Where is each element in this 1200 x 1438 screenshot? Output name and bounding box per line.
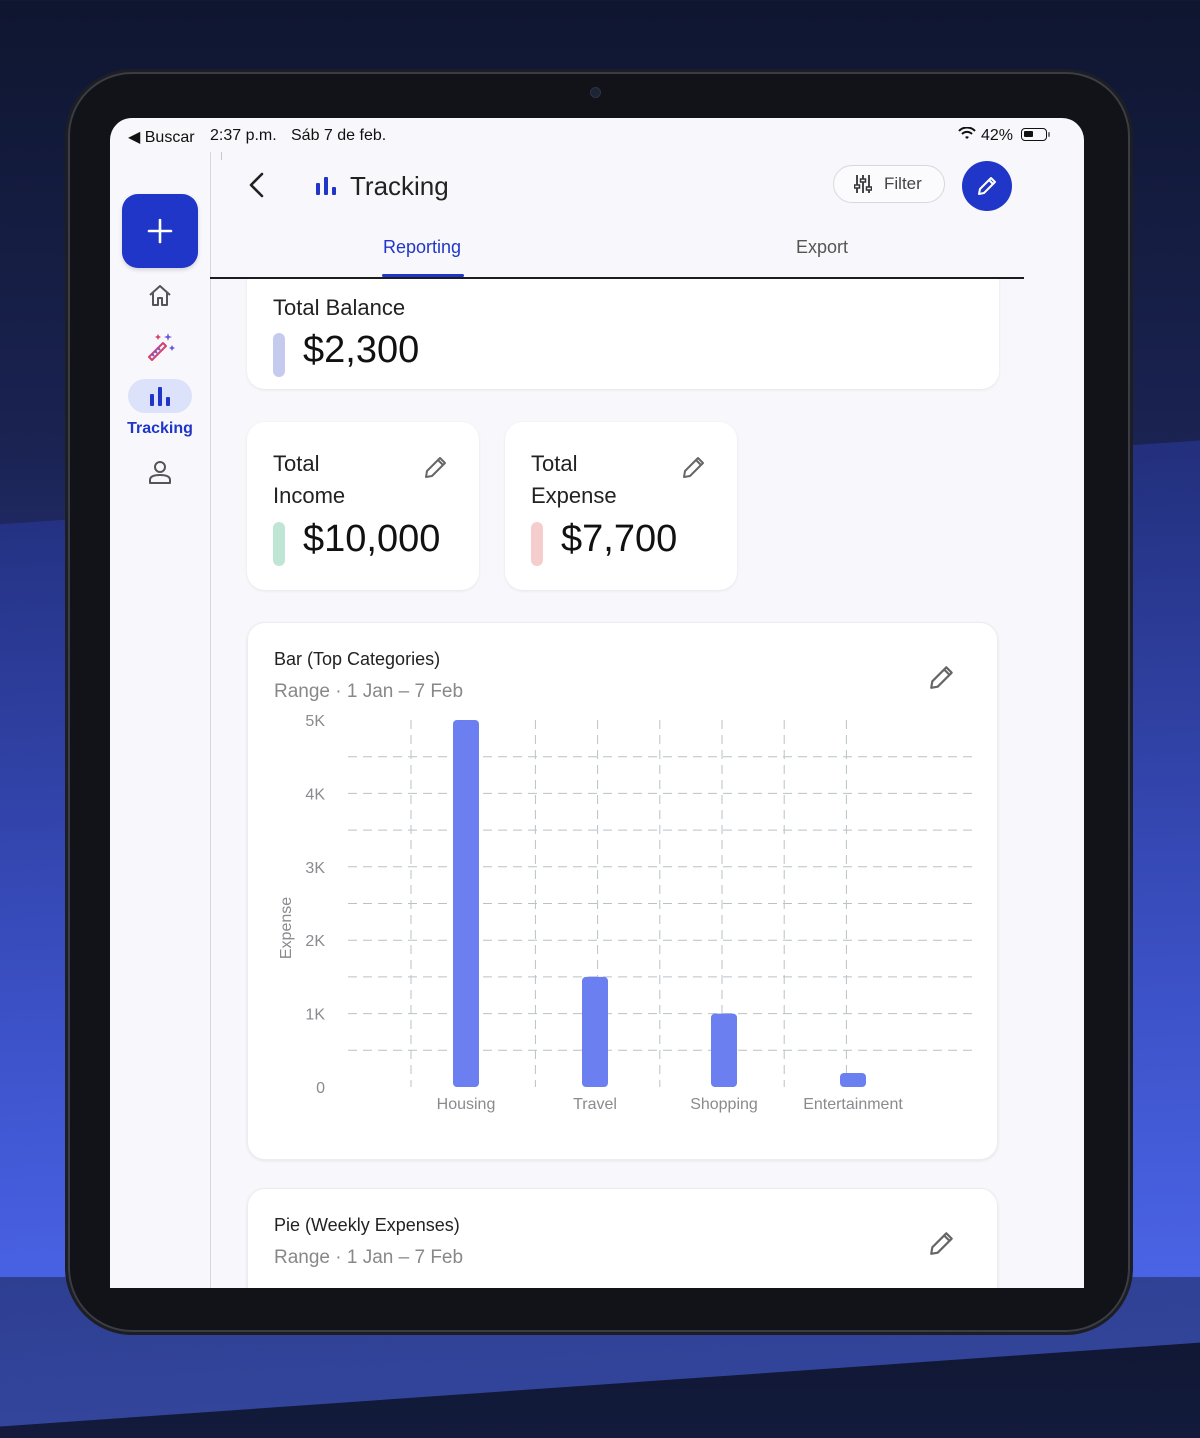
income-color-bar [273,522,285,566]
total-balance-card: Total Balance $2,300 [247,279,999,389]
total-balance-value: $2,300 [303,329,420,371]
total-expense-value: $7,700 [561,518,678,560]
bar-chart-icon [316,177,336,195]
pencil-icon [978,177,996,195]
back-to-search-link[interactable]: ◀ Buscar [128,127,195,147]
bar-housing [453,720,479,1087]
y-tick-label: 4K [305,786,325,803]
expense-color-bar [531,522,543,566]
edit-button[interactable] [962,161,1012,211]
bar-entertainment [840,1073,866,1087]
y-tick-label: 3K [305,860,325,877]
bar-chart-card: Bar (Top Categories) Range · 1 Jan – 7 F… [247,622,998,1160]
total-expense-card: Total Expense $7,700 [505,422,737,590]
pencil-icon [930,1232,953,1255]
total-income-card: Total Income $10,000 [247,422,479,590]
filter-label: Filter [884,174,922,193]
home-icon [149,285,171,306]
status-date: Sáb 7 de feb. [291,127,387,144]
rail-tracking-label: Tracking [127,420,193,437]
add-button[interactable] [122,194,198,268]
filter-sliders-icon [854,175,872,193]
edit-pie-chart-button[interactable] [928,1229,954,1255]
x-tick-label: Housing [437,1096,496,1113]
y-axis-title: Expense [278,897,295,959]
status-bar: ◀ Buscar 2:37 p.m. Sáb 7 de feb. 42% [110,118,1084,152]
rail-profile[interactable] [142,454,178,490]
y-tick-label: 0 [316,1080,325,1097]
total-income-value: $10,000 [303,518,441,560]
edit-expense-button[interactable] [681,454,707,480]
x-tick-label: Entertainment [803,1096,903,1113]
tab-export[interactable]: Export [796,237,848,258]
pie-chart-range: Range · 1 Jan – 7 Feb [274,1247,464,1268]
total-income-label-line1: Total [273,451,320,476]
reporting-content[interactable]: Total Balance $2,300 Total Income $10,00… [211,279,1024,1288]
bar-chart-icon [150,387,170,406]
magic-wand-icon [148,333,175,361]
front-camera [591,88,600,97]
pencil-icon [683,457,704,478]
total-expense-label-line2: Expense [531,483,617,508]
tab-reporting[interactable]: Reporting [383,237,461,258]
bar-shopping [711,1013,737,1087]
rail-home[interactable] [142,278,178,314]
tracking-title-icon [315,176,337,201]
wifi-icon [958,126,976,146]
total-income-label-line2: Income [273,483,346,508]
app-screen: ◀ Buscar 2:37 p.m. Sáb 7 de feb. 42% Tra… [110,118,1084,1288]
chevron-left-icon [249,172,264,198]
pie-chart-title: Pie (Weekly Expenses) [274,1215,460,1235]
status-time: 2:37 p.m. [210,127,277,144]
rail-tracking[interactable] [128,379,192,413]
battery-icon [1021,128,1050,141]
pencil-icon [425,457,446,478]
back-button[interactable] [242,170,272,200]
bar-travel [582,976,608,1087]
filter-button[interactable]: Filter [833,165,945,203]
page-title: Tracking [350,171,449,201]
rail-magic[interactable] [142,328,178,364]
person-icon [149,461,171,484]
balance-color-bar [273,333,285,377]
edit-income-button[interactable] [423,454,449,480]
x-tick-label: Shopping [690,1096,758,1113]
y-tick-label: 5K [305,713,325,730]
plus-icon [147,218,173,244]
total-expense-label-line1: Total [531,451,578,476]
rail-divider-tick [221,152,222,160]
battery-percent: 42% [981,127,1014,144]
total-balance-label: Total Balance [273,295,406,320]
y-tick-label: 2K [305,933,325,950]
x-tick-label: Travel [573,1096,617,1113]
y-tick-label: 1K [305,1007,325,1024]
bar-chart: 0 1K 2K 3K 4K 5K Expense Housing Travel Shopping E… [278,713,973,1113]
pie-chart-card: Pie (Weekly Expenses) Range · 1 Jan – 7 … [247,1188,998,1288]
